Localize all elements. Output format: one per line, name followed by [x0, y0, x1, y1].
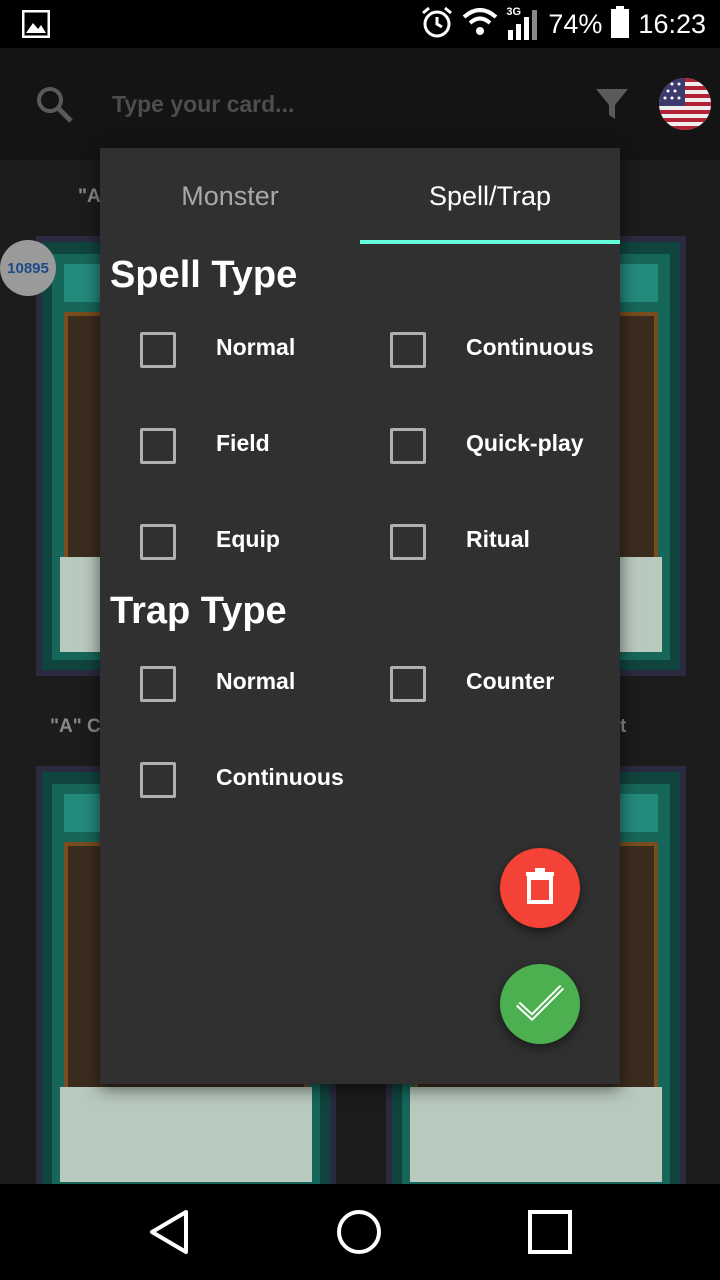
search-input[interactable]	[112, 86, 552, 122]
checkbox-spell-normal[interactable]: Normal	[140, 330, 295, 370]
status-bar: 3G 74% 16:23	[0, 0, 720, 48]
checkbox-trap-normal[interactable]: Normal	[140, 664, 295, 704]
signal-icon: 3G	[506, 6, 540, 40]
clock: 16:23	[638, 8, 706, 39]
checkbox[interactable]	[390, 332, 426, 368]
spell-type-heading: Spell Type	[110, 254, 298, 296]
trap-type-heading: Trap Type	[110, 590, 287, 632]
apply-filters-button[interactable]	[500, 964, 580, 1044]
app-toolbar	[0, 48, 720, 160]
navigation-bar	[0, 1184, 720, 1280]
checkbox-trap-counter[interactable]: Counter	[390, 664, 554, 704]
alarm-icon	[420, 5, 454, 44]
option-label: Normal	[216, 334, 296, 360]
recents-icon[interactable]	[526, 1208, 574, 1256]
us-flag-icon[interactable]	[659, 78, 711, 130]
option-label: Equip	[216, 526, 280, 552]
card-title: t	[620, 716, 627, 737]
checkbox-spell-field[interactable]: Field	[140, 426, 270, 466]
trash-icon	[525, 867, 555, 909]
checkbox[interactable]	[390, 666, 426, 702]
checkbox[interactable]	[140, 524, 176, 560]
option-label: Continuous	[216, 764, 344, 790]
card-count-badge: 10895	[0, 240, 56, 296]
checkbox[interactable]	[390, 524, 426, 560]
tab-monster[interactable]: Monster	[100, 148, 360, 244]
tab-spell-trap[interactable]: Spell/Trap	[360, 148, 620, 244]
checkbox[interactable]	[140, 762, 176, 798]
checkbox[interactable]	[390, 428, 426, 464]
checkbox[interactable]	[140, 332, 176, 368]
checkbox-spell-continuous[interactable]: Continuous	[390, 330, 594, 370]
option-label: Normal	[216, 668, 296, 694]
checkbox[interactable]	[140, 666, 176, 702]
check-icon	[514, 982, 566, 1027]
tab-bar: Monster Spell/Trap	[100, 148, 620, 244]
clear-filters-button[interactable]	[500, 848, 580, 928]
filter-icon[interactable]	[594, 86, 630, 127]
checkbox-spell-equip[interactable]: Equip	[140, 522, 280, 562]
option-label: Field	[216, 430, 270, 456]
option-label: Continuous	[466, 334, 594, 360]
option-label: Ritual	[466, 526, 530, 552]
home-icon[interactable]	[335, 1208, 383, 1256]
checkbox[interactable]	[140, 428, 176, 464]
tab-indicator	[360, 240, 620, 244]
option-label: Counter	[466, 668, 555, 694]
battery-percent: 74%	[548, 8, 603, 39]
back-icon[interactable]	[146, 1208, 194, 1256]
battery-icon	[610, 5, 630, 43]
checkbox-spell-ritual[interactable]: Ritual	[390, 522, 530, 562]
checkbox-spell-quick-play[interactable]: Quick-play	[390, 426, 584, 466]
filter-dialog: Monster Spell/Trap Spell Type Normal Con…	[100, 148, 620, 1084]
wifi-icon	[462, 7, 498, 42]
checkbox-trap-continuous[interactable]: Continuous	[140, 760, 344, 800]
search-icon[interactable]	[34, 84, 74, 129]
option-label: Quick-play	[466, 430, 584, 456]
gallery-icon	[21, 9, 51, 43]
